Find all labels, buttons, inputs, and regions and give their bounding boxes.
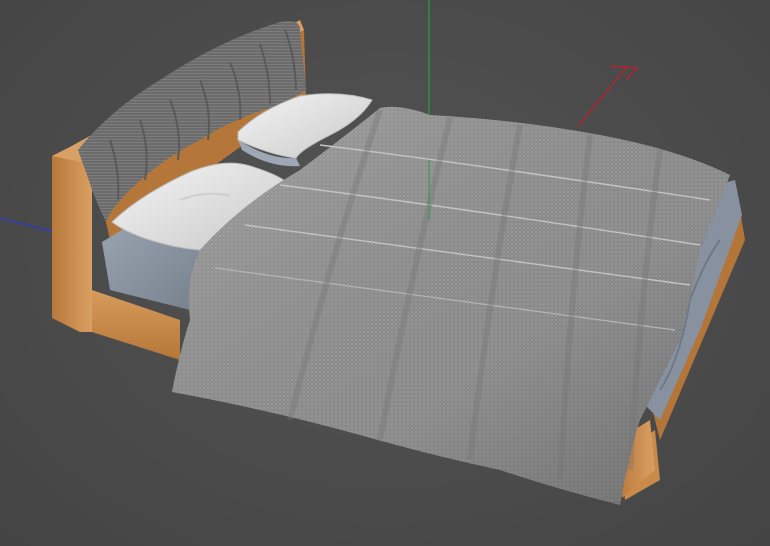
x-axis-arrow-icon — [577, 65, 639, 127]
3d-viewport[interactable] — [0, 0, 770, 546]
viewport-canvas[interactable] — [0, 0, 770, 546]
